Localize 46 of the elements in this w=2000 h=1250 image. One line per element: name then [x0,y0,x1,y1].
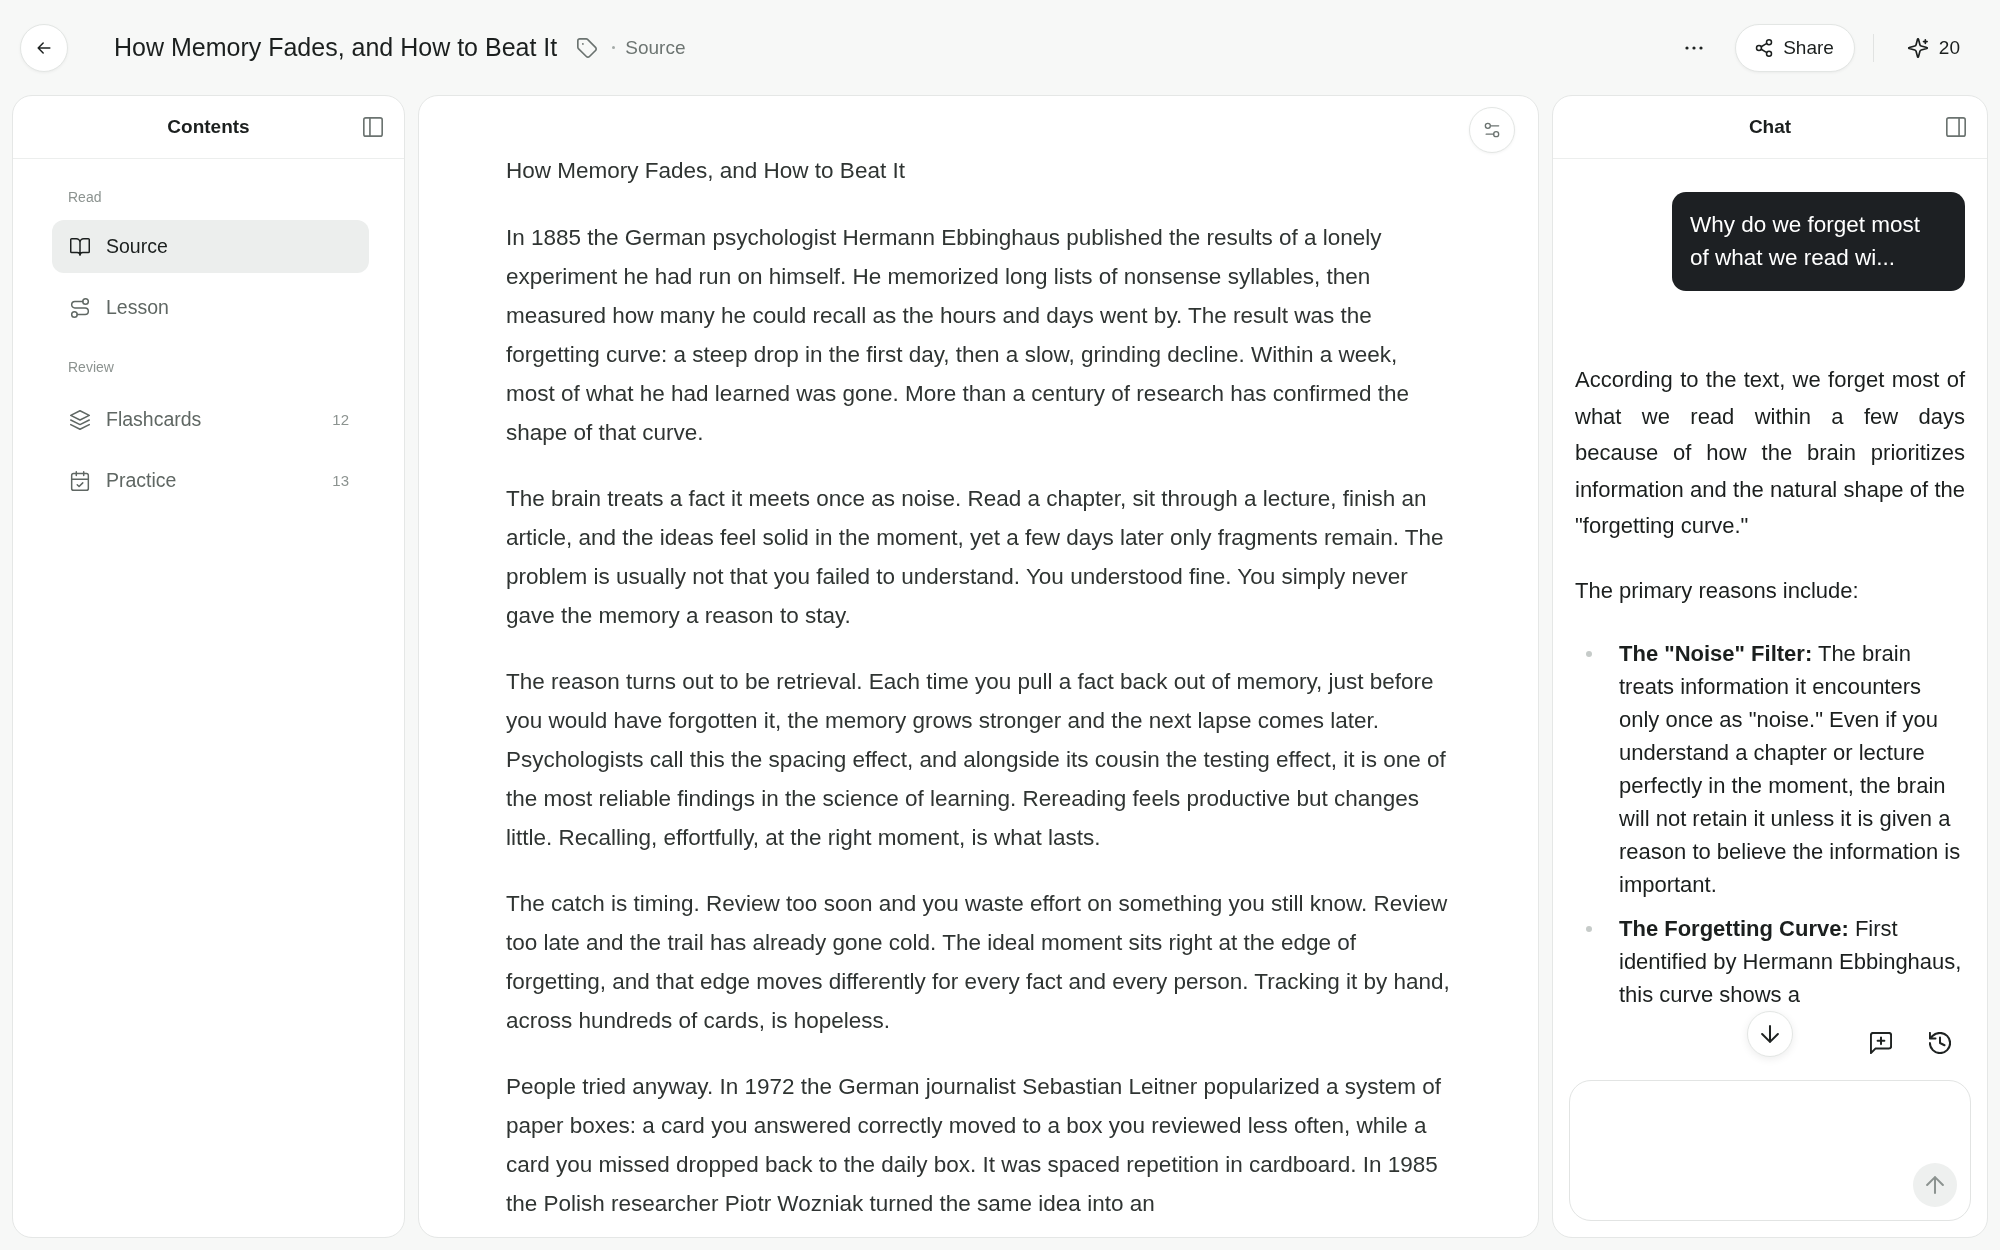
tag-icon[interactable] [576,36,599,59]
document-paragraph: The reason turns out to be retrieval. Each time you pull a fact back out of memory, just before you would have forgotten it, the memory grows stronger and the next lapse comes later. Psychologists call this the spacing effect, and alongside its cousin the testing effect, it is one of the most reliable findings in the science of learning. Rereading feels productive but changes little. Recalling, effortfully, at the right moment, is what lasts. [506,668,1447,852]
assistant-text: According to the text, we forget most of what we read within a few days because of how the brain prioritizes information and the natural shape of the "forgetting curve." [1575,366,1965,540]
layers-icon [70,409,90,430]
source-link[interactable]: Source [625,36,686,59]
arrow-down-icon [1761,1025,1779,1043]
document-paragraph: People tried anyway. In 1972 the German journalist Sebastian Leitner popularized a system of paper boxes: a card you answered correctly moved to a box you reviewed less often, while a card you missed dropped back to the daily box. It was spaced repetition in cardboard. In 1985 the Polish researcher Piotr Wozniak turned the same idea into an [506,1073,1443,1218]
sidebar-toggle-icon[interactable] [363,117,383,137]
section-label: Read [67,188,103,207]
page-title: How Memory Fades, and How to Beat It [114,33,558,62]
sparkles-icon [1906,36,1929,59]
nav-item[interactable]: Lesson [52,281,369,334]
bullet-icon [1586,651,1592,657]
display-settings-button[interactable] [1469,107,1515,153]
document-paragraph: The catch is timing. Review too soon and you waste effort on something you still know. Review too late and the trail has already gone cold. The ideal moment sits right at the edge of forgetting, and that edge moves differently for every fact and every person. Tracking it by hand, across hundreds of cards, is hopeless. [506,890,1451,1035]
book-icon [70,236,90,257]
bullet-text: The Forgetting Curve: First identified by Hermann Ebbinghaus, this curve shows a [1619,915,1963,1009]
item-count: 12 [332,411,349,428]
scroll-down-button[interactable] [1747,1011,1793,1057]
share-button[interactable]: Share [1735,23,1855,72]
nav-item[interactable]: Source [52,220,369,273]
history-icon[interactable] [1929,1032,1951,1054]
panel-title: Chat [1748,116,1792,138]
share-icon [1754,37,1775,58]
assistant-text: The primary reasons include: [1575,576,1860,605]
document-paragraph: In 1885 the German psychologist Hermann Ebbinghaus published the results of a lonely experiment he had run on himself. He memorized long lists of nonsense syllables, then measured how many he could recall as the hours and days went by. The result was the forgetting curve: a steep drop in the first day, then a slow, grinding decline. Within a week, most of what he had learned was gone. More than a century of research has confirmed the shape of that curve. [506,224,1410,447]
calendar-icon [70,470,90,491]
credits-button[interactable]: 20 [1906,36,1960,59]
panel-title: Contents [167,116,250,138]
bullet-icon [1586,926,1592,932]
new-chat-icon[interactable] [1870,1032,1892,1054]
document-paragraph: The brain treats a fact it meets once as noise. Read a chapter, sit through a lecture, finish an article, and the ideas feel solid in the moment, yet a few days later only fragments remain. The problem is usually not that you failed to understand. You understood fine. You simply never gave the memory a reason to stay. [506,485,1445,630]
more-icon[interactable] [1685,45,1704,50]
sliders-icon [1482,120,1502,140]
section-label: Review [67,358,115,377]
sidebar-toggle-icon[interactable] [1946,117,1966,137]
document-title: How Memory Fades, and How to Beat It [506,157,906,185]
bullet-text: The "Noise" Filter: The brain treats information it encounters only once as "noise." Even if you understand a chapter or lecture perfectly in the moment, the brain will not retain it unless it is given a reason to believe the information is important. [1619,640,1962,899]
nav-item[interactable]: Practice 13 [52,454,369,507]
nav-item[interactable]: Flashcards 12 [52,393,369,446]
send-button[interactable] [1913,1163,1957,1207]
arrow-up-icon [1926,1176,1944,1194]
route-icon [70,297,90,318]
chat-input-field[interactable] [1569,1080,1971,1221]
item-count: 13 [332,472,349,489]
user-message: Why do we forget most of what we read wi... [1672,192,1965,291]
